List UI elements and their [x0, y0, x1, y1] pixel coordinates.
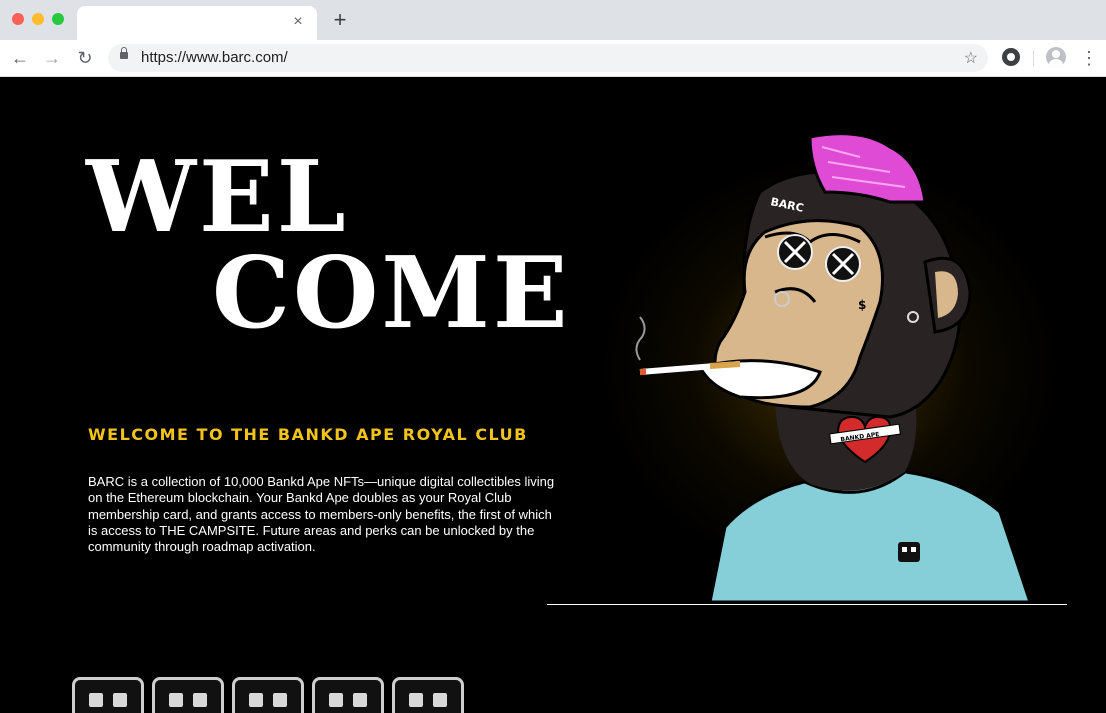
- lock-icon: [120, 47, 128, 59]
- barc-logo-block: [72, 677, 144, 713]
- barc-logo-block: [312, 677, 384, 713]
- browser-toolbar: ← → ↻ https://www.barc.com/ ☆ ⋮: [0, 40, 1106, 77]
- barc-logo-block: [152, 677, 224, 713]
- maximize-window-button[interactable]: [52, 13, 64, 25]
- ape-illustration: $ BARC BANKD APE: [635, 132, 1033, 604]
- extension-icon[interactable]: [1002, 48, 1020, 66]
- forward-button[interactable]: →: [42, 48, 62, 68]
- welcome-title-line2: COME: [212, 236, 571, 351]
- new-tab-button[interactable]: +: [330, 9, 350, 31]
- ape-left-eye: [777, 234, 813, 270]
- url-text[interactable]: https://www.barc.com/: [141, 49, 288, 66]
- reload-button[interactable]: ↻: [75, 48, 95, 68]
- close-window-button[interactable]: [12, 13, 24, 25]
- address-bar[interactable]: https://www.barc.com/ ☆: [108, 44, 988, 72]
- section-divider: [547, 604, 1067, 605]
- welcome-title-line1: WEL: [86, 140, 349, 255]
- back-button[interactable]: ←: [10, 48, 30, 68]
- club-description: BARC is a collection of 10,000 Bankd Ape…: [88, 474, 555, 555]
- barc-logo-block: [232, 677, 304, 713]
- ape-right-eye: [825, 246, 861, 282]
- page-content: WEL COME WELCOME TO THE BANKD APE ROYAL …: [0, 77, 1106, 713]
- bookmark-star-icon[interactable]: ☆: [964, 48, 978, 68]
- club-subheading: WELCOME TO THE BANKD APE ROYAL CLUB: [88, 425, 528, 444]
- browser-menu-button[interactable]: ⋮: [1080, 48, 1098, 68]
- profile-avatar-icon[interactable]: [1046, 47, 1066, 67]
- browser-tab-bar: × +: [0, 0, 1106, 40]
- cheek-symbol: $: [858, 298, 866, 312]
- browser-tab[interactable]: ×: [77, 6, 317, 40]
- minimize-window-button[interactable]: [32, 13, 44, 25]
- barc-logo-block: [392, 677, 464, 713]
- tab-close-icon[interactable]: ×: [289, 13, 307, 31]
- toolbar-divider: [1033, 50, 1034, 66]
